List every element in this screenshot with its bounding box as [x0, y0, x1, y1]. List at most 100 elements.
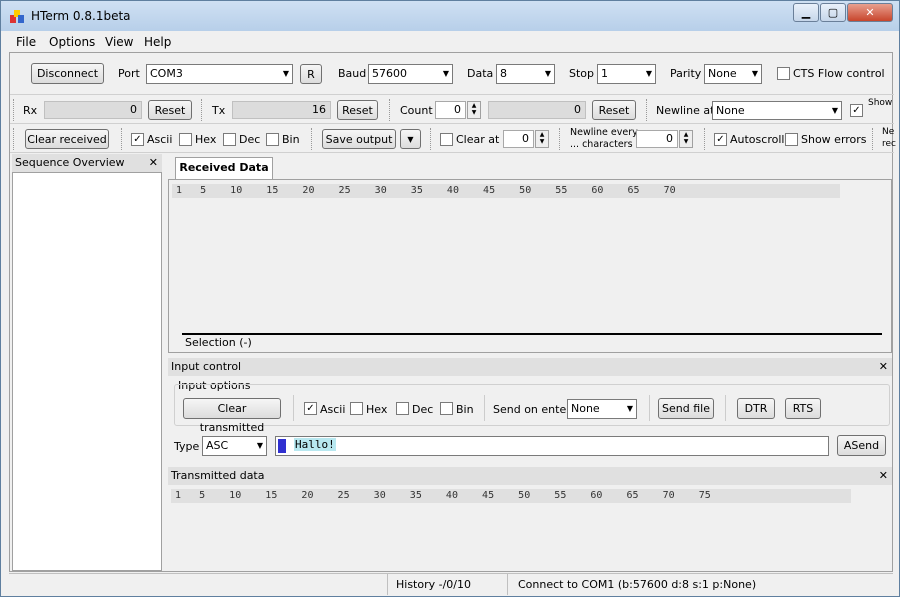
baud-select[interactable]: 57600 ▼: [368, 64, 453, 84]
clear-at-checkbox[interactable]: [440, 133, 453, 146]
menu-view[interactable]: View: [105, 35, 133, 49]
input-bin-checkbox[interactable]: [440, 402, 453, 415]
close-icon[interactable]: ✕: [149, 154, 158, 171]
type-label: Type: [174, 440, 200, 453]
tx-reset-button[interactable]: Reset: [337, 100, 378, 120]
send-on-enter-select[interactable]: None ▼: [567, 399, 637, 419]
toolbar-grip[interactable]: [13, 128, 15, 150]
chevron-down-icon: ▼: [544, 69, 551, 78]
show-char-checkbox[interactable]: ✓: [850, 104, 863, 117]
count-spinner[interactable]: ▲ ▼: [467, 101, 481, 119]
toolbar-grip[interactable]: [559, 128, 561, 150]
count-field[interactable]: 0: [435, 101, 466, 119]
type-select[interactable]: ASC ▼: [202, 436, 267, 456]
input-dec-checkbox[interactable]: [396, 402, 409, 415]
menu-options[interactable]: Options: [49, 35, 95, 49]
rx-count-field: 0: [44, 101, 142, 119]
tab-received-data[interactable]: Received Data: [175, 157, 273, 179]
app-window: HTerm 0.8.1beta ▁ ▢ ✕ File Options View …: [0, 0, 900, 597]
send-file-button[interactable]: Send file: [658, 398, 714, 419]
input-ascii-label: Ascii: [320, 403, 346, 416]
asend-button[interactable]: ASend: [837, 435, 886, 456]
baud-label: Baud: [338, 67, 367, 80]
clear-at-field[interactable]: 0: [503, 130, 534, 148]
parity-select[interactable]: None ▼: [704, 64, 762, 84]
connection-toolbar: Disconnect Port COM3 ▼ R Baud 57600 ▼ Data…: [10, 53, 894, 95]
transmitted-ruler: 1 5 10 15 20 25 30 35 40 45 50 55 60 65 …: [175, 490, 711, 501]
clear-transmitted-button[interactable]: Clear transmitted: [183, 398, 281, 434]
close-icon[interactable]: ✕: [879, 358, 888, 375]
transmitted-data-title: Transmitted data: [171, 469, 265, 482]
dec-checkbox[interactable]: [223, 133, 236, 146]
save-output-dropdown[interactable]: ▼: [400, 129, 421, 149]
input-control-panel: Input options Clear transmitted ✓ Ascii …: [168, 376, 892, 462]
disconnect-button[interactable]: Disconnect: [31, 63, 104, 84]
stop-bits-select[interactable]: 1 ▼: [597, 64, 656, 84]
bin-checkbox[interactable]: [266, 133, 279, 146]
title-bar[interactable]: HTerm 0.8.1beta ▁ ▢ ✕: [1, 1, 899, 31]
bin-label: Bin: [282, 133, 300, 146]
transmitted-data-panel[interactable]: 1 5 10 15 20 25 30 35 40 45 50 55 60 65 …: [168, 485, 892, 571]
chevron-down-icon: ▼: [831, 106, 838, 115]
cts-label: CTS Flow control: [793, 67, 885, 80]
rx-reset-button[interactable]: Reset: [148, 100, 192, 120]
toolbar-grip[interactable]: [311, 128, 313, 150]
minimize-button[interactable]: ▁: [793, 3, 819, 22]
port-label: Port: [118, 67, 140, 80]
toolbar-grip[interactable]: [430, 128, 432, 150]
sequence-overview-panel[interactable]: [12, 172, 162, 571]
newline-at-value: None: [716, 104, 745, 117]
newline-every-field[interactable]: 0: [636, 130, 678, 148]
tx-count-field: 16: [232, 101, 331, 119]
toolbar-grip[interactable]: [389, 99, 391, 121]
toolbar-grip[interactable]: [13, 99, 15, 121]
stop-bits-value: 1: [601, 67, 608, 80]
transmitted-data-header: Transmitted data ✕: [168, 467, 892, 485]
parity-value: None: [708, 67, 737, 80]
send-on-enter-value: None: [571, 402, 600, 415]
menu-file[interactable]: File: [16, 35, 36, 49]
toolbar-grip[interactable]: [872, 128, 874, 150]
close-button[interactable]: ✕: [847, 3, 893, 22]
hex-checkbox[interactable]: [179, 133, 192, 146]
chevron-down-icon: ▼: [282, 69, 289, 78]
toolbar-grip[interactable]: [121, 128, 123, 150]
toolbar-grip[interactable]: [201, 99, 203, 121]
spin-down-icon: ▼: [683, 138, 689, 145]
ascii-checkbox[interactable]: ✓: [131, 133, 144, 146]
clear-received-button[interactable]: Clear received: [25, 129, 109, 149]
newline-at-select[interactable]: None ▼: [712, 101, 842, 120]
received-data-panel[interactable]: 1 5 10 15 20 25 30 35 40 45 50 55 60 65 …: [168, 179, 892, 353]
autoscroll-checkbox[interactable]: ✓: [714, 133, 727, 146]
newline-every-label-2: ... characters: [570, 139, 633, 150]
input-hex-label: Hex: [366, 403, 388, 416]
counters-toolbar: Rx 0 Reset Tx 16 Reset Count 0 ▲ ▼ 0 Rese…: [10, 96, 894, 124]
rx-label: Rx: [23, 104, 38, 117]
status-divider: [507, 574, 508, 595]
save-output-button[interactable]: Save output: [322, 129, 396, 149]
count-reset-button[interactable]: Reset: [592, 100, 636, 120]
rts-button[interactable]: RTS: [785, 398, 821, 419]
hex-label: Hex: [195, 133, 217, 146]
cts-checkbox[interactable]: [777, 67, 790, 80]
clear-at-spinner[interactable]: ▲ ▼: [535, 130, 549, 148]
dtr-button[interactable]: DTR: [737, 398, 775, 419]
input-hex-checkbox[interactable]: [350, 402, 363, 415]
input-text-field[interactable]: Hallo!: [275, 436, 829, 456]
toolbar-grip[interactable]: [704, 128, 706, 150]
close-icon[interactable]: ✕: [879, 467, 888, 484]
maximize-button[interactable]: ▢: [820, 3, 846, 22]
tx-label: Tx: [212, 104, 226, 117]
newline-every-spinner[interactable]: ▲ ▼: [679, 130, 693, 148]
toolbar-grip[interactable]: [646, 99, 648, 121]
input-bin-label: Bin: [456, 403, 474, 416]
data-bits-value: 8: [500, 67, 507, 80]
history-status: History -/0/10: [396, 578, 472, 591]
refresh-ports-button[interactable]: R: [300, 64, 322, 84]
show-errors-checkbox[interactable]: [785, 133, 798, 146]
port-select[interactable]: COM3 ▼: [146, 64, 293, 84]
connection-status: Connect to COM1 (b:57600 d:8 s:1 p:None): [518, 578, 757, 591]
menu-help[interactable]: Help: [144, 35, 171, 49]
data-bits-select[interactable]: 8 ▼: [496, 64, 555, 84]
input-ascii-checkbox[interactable]: ✓: [304, 402, 317, 415]
